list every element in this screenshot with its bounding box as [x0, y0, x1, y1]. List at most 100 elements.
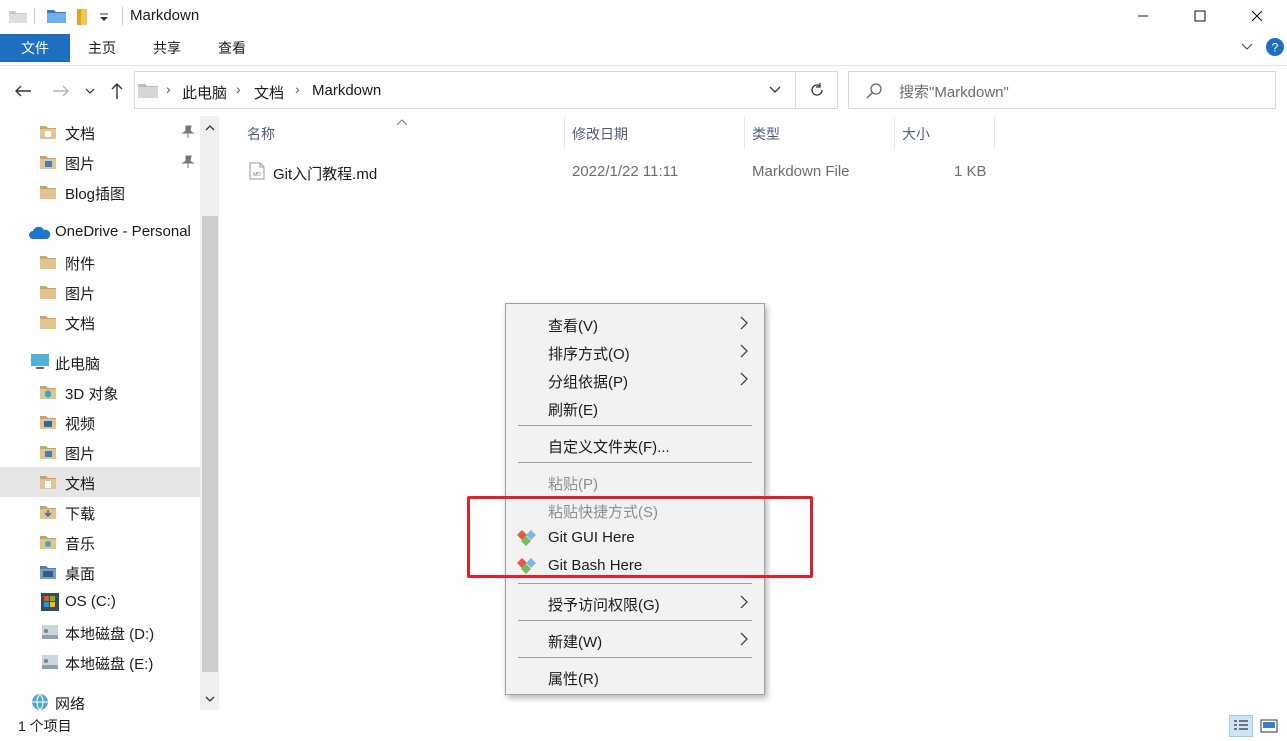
up-arrow-icon: [111, 83, 123, 99]
sidebar-item-drive-d[interactable]: 本地磁盘 (D:): [0, 617, 200, 647]
back-button[interactable]: [12, 80, 34, 102]
sidebar-item-label: 图片: [65, 446, 96, 463]
expand-ribbon-icon[interactable]: [1240, 40, 1254, 57]
tab-share[interactable]: 共享: [141, 34, 193, 62]
sidebar-item-label: 下载: [65, 506, 96, 523]
folder-icon: [137, 81, 159, 102]
folder-icon: [39, 184, 57, 200]
sidebar-item-label: 图片: [65, 156, 96, 173]
sidebar-item-onedrive-pictures[interactable]: 图片: [0, 277, 200, 307]
sidebar-item-drive-c[interactable]: OS (C:): [0, 587, 200, 617]
breadcrumb-markdown[interactable]: Markdown: [312, 82, 381, 99]
pin-icon: [181, 125, 195, 142]
sidebar-item-pictures-quick[interactable]: 图片: [0, 147, 200, 177]
sidebar-item-this-pc[interactable]: 此电脑: [0, 347, 200, 377]
sidebar-item-blog[interactable]: Blog插图: [0, 177, 200, 207]
downloads-folder-icon: [39, 504, 57, 520]
chevron-right-icon[interactable]: ›: [236, 81, 241, 97]
sidebar-item-label: 文档: [65, 126, 96, 143]
sidebar-item-videos[interactable]: 视频: [0, 407, 200, 437]
recent-locations-button[interactable]: [82, 80, 98, 102]
tab-file[interactable]: 文件: [0, 34, 70, 62]
menu-item-view[interactable]: 查看(V): [506, 310, 764, 338]
3d-objects-folder-icon: [39, 384, 57, 400]
details-view-icon: [1234, 720, 1248, 730]
sidebar-item-label: Blog插图: [65, 186, 126, 203]
sidebar-item-label: 附件: [65, 256, 96, 273]
new-folder-icon[interactable]: [74, 8, 90, 29]
tab-home[interactable]: 主页: [76, 34, 128, 62]
menu-item-refresh[interactable]: 刷新(E): [506, 394, 764, 422]
item-count: 1 个项目: [18, 718, 72, 734]
status-bar: 1 个项目: [0, 712, 1287, 741]
minimize-button[interactable]: [1114, 0, 1171, 32]
sidebar-item-label: 文档: [65, 316, 96, 333]
sort-ascending-icon: [396, 114, 408, 130]
sidebar-item-downloads[interactable]: 下载: [0, 497, 200, 527]
search-placeholder[interactable]: 搜索"Markdown": [899, 81, 1009, 102]
sidebar-item-documents-quick[interactable]: 文档: [0, 117, 200, 147]
sidebar-item-onedrive-documents[interactable]: 文档: [0, 307, 200, 337]
sidebar-item-label: 文档: [65, 476, 96, 493]
search-box[interactable]: 搜索"Markdown": [848, 71, 1276, 109]
breadcrumb-this-pc[interactable]: 此电脑: [182, 82, 227, 103]
sidebar-item-attachments[interactable]: 附件: [0, 247, 200, 277]
sidebar-item-desktop[interactable]: 桌面: [0, 557, 200, 587]
scroll-down-icon[interactable]: [203, 692, 217, 706]
properties-icon[interactable]: [46, 8, 68, 27]
large-icons-view-button[interactable]: [1257, 715, 1281, 737]
column-header-modified[interactable]: 修改日期: [572, 124, 628, 144]
desktop-folder-icon: [39, 564, 57, 580]
sidebar-item-drive-e[interactable]: 本地磁盘 (E:): [0, 647, 200, 677]
sidebar-item-pictures[interactable]: 图片: [0, 437, 200, 467]
up-button[interactable]: [106, 80, 128, 102]
chevron-right-icon: [740, 372, 748, 389]
videos-folder-icon: [39, 414, 57, 430]
menu-item-customize-folder[interactable]: 自定义文件夹(F)...: [506, 431, 764, 459]
tab-view[interactable]: 查看: [206, 34, 258, 62]
column-header-size[interactable]: 大小: [902, 124, 930, 144]
back-arrow-icon: [15, 85, 31, 97]
column-header-type[interactable]: 类型: [752, 124, 780, 144]
sidebar-item-network[interactable]: 网络: [0, 687, 200, 710]
menu-separator: [518, 425, 752, 426]
folder-icon: [8, 8, 28, 27]
maximize-button[interactable]: [1171, 0, 1228, 32]
menu-item-paste: 粘贴(P): [548, 476, 598, 493]
menu-separator: [518, 462, 752, 463]
menu-item-properties[interactable]: 属性(R): [506, 663, 764, 691]
chevron-down-icon: [85, 88, 95, 94]
sidebar-item-documents[interactable]: 文档: [0, 467, 200, 497]
folder-icon: [39, 254, 57, 270]
address-history-button[interactable]: [760, 80, 790, 100]
file-row[interactable]: MD Git入门教程.md 2022/1/22 11:11 Markdown F…: [244, 156, 994, 186]
sidebar-item-music[interactable]: 音乐: [0, 527, 200, 557]
file-name: Git入门教程.md: [273, 166, 378, 183]
breadcrumb-documents[interactable]: 文档: [254, 82, 284, 103]
close-button[interactable]: [1228, 0, 1285, 32]
address-bar[interactable]: › 此电脑 › 文档 › Markdown: [134, 71, 796, 109]
menu-separator: [518, 657, 752, 658]
sidebar-item-label: 3D 对象: [65, 386, 119, 403]
window-title: Markdown: [130, 7, 200, 24]
sidebar-item-label: 视频: [65, 416, 96, 433]
details-view-button[interactable]: [1229, 715, 1253, 737]
menu-separator: [518, 583, 752, 584]
svg-text:?: ?: [1272, 41, 1279, 55]
menu-item-sort-by[interactable]: 排序方式(O): [506, 338, 764, 366]
help-icon[interactable]: ?: [1265, 37, 1285, 60]
column-header-name[interactable]: 名称: [247, 124, 275, 144]
customize-quick-access-icon[interactable]: [98, 10, 110, 26]
sidebar-item-3d-objects[interactable]: 3D 对象: [0, 377, 200, 407]
menu-item-give-access[interactable]: 授予访问权限(G): [506, 589, 764, 617]
forward-button[interactable]: [50, 80, 72, 102]
folder-icon: [39, 314, 57, 330]
chevron-right-icon[interactable]: ›: [166, 81, 171, 97]
refresh-button[interactable]: [796, 71, 838, 109]
menu-item-new[interactable]: 新建(W): [506, 626, 764, 654]
chevron-right-icon[interactable]: ›: [295, 81, 300, 97]
sidebar-item-onedrive[interactable]: OneDrive - Personal: [0, 217, 200, 247]
sidebar-scrollbar-thumb[interactable]: [202, 216, 218, 672]
menu-item-group-by[interactable]: 分组依据(P): [506, 366, 764, 394]
scroll-up-icon[interactable]: [203, 121, 217, 135]
